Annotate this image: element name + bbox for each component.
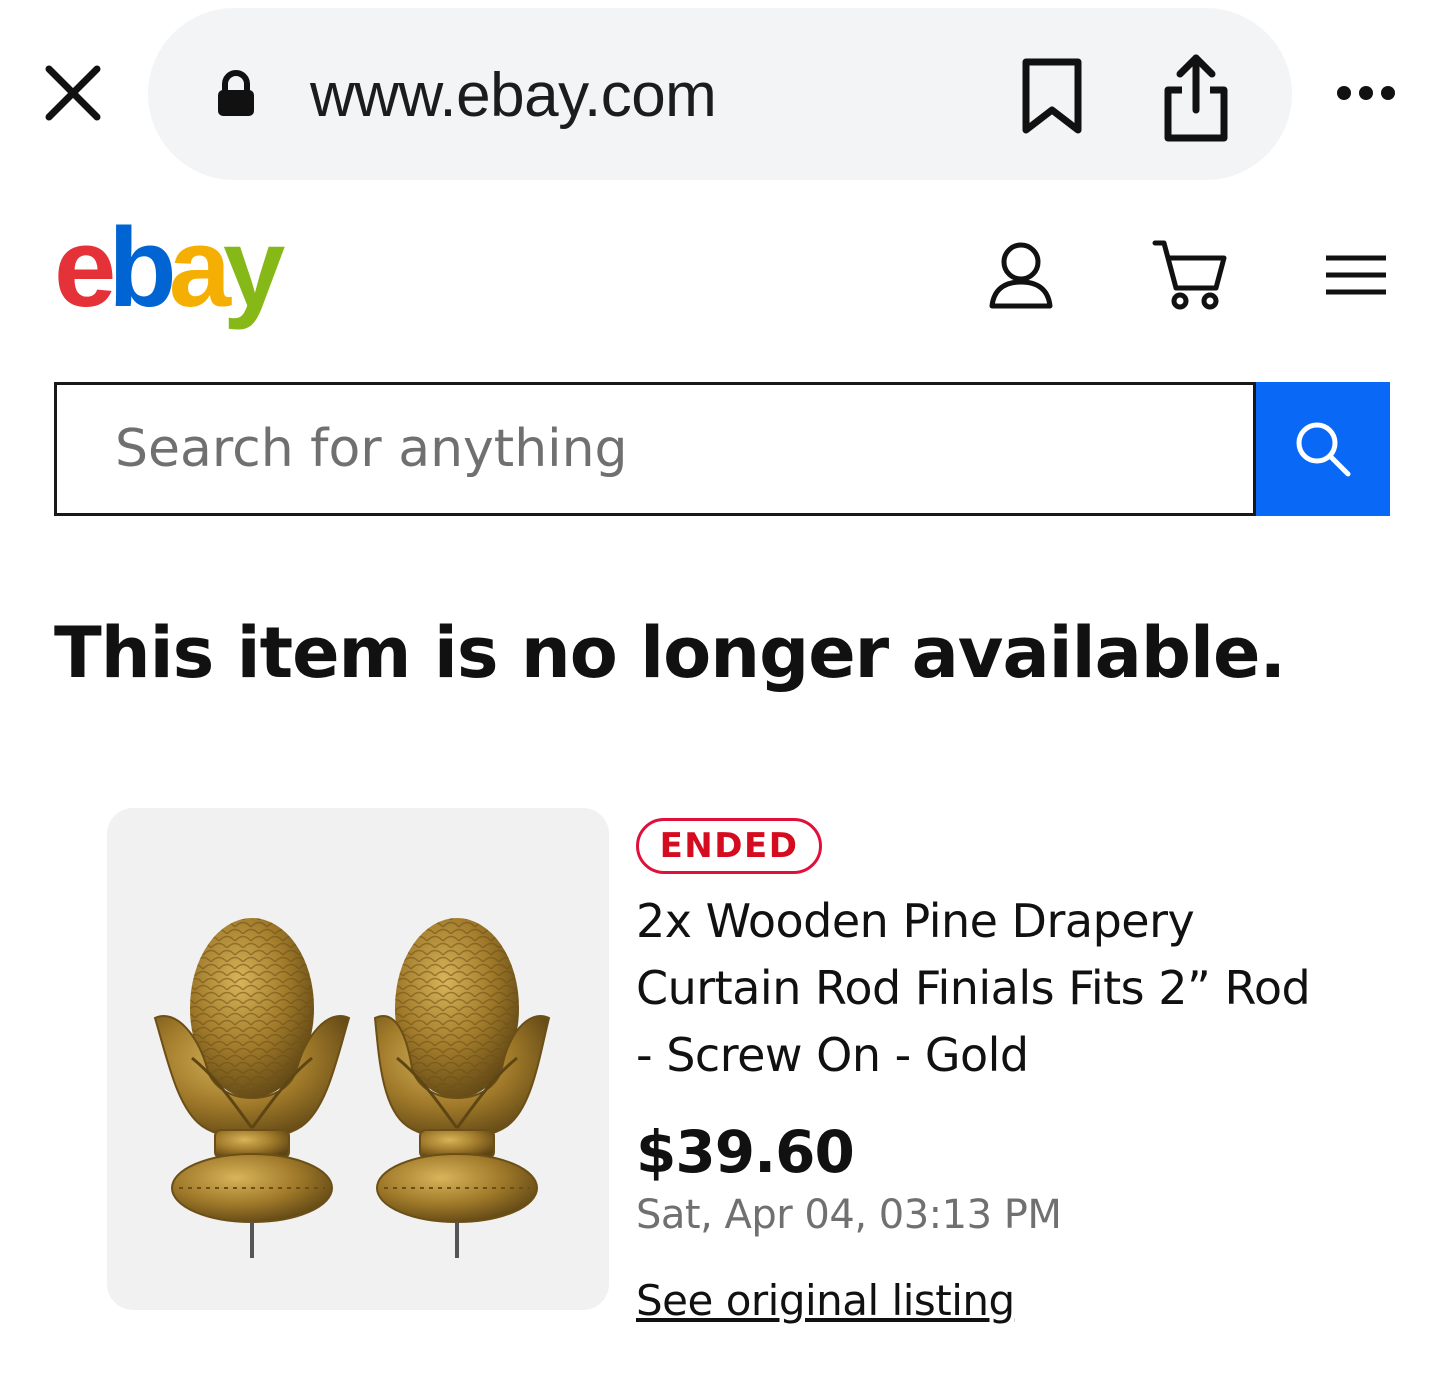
menu-icon[interactable] (1324, 254, 1388, 296)
address-bar[interactable]: www.ebay.com (148, 8, 1292, 180)
share-icon[interactable] (1160, 52, 1232, 144)
close-icon[interactable] (40, 60, 106, 126)
item-image[interactable] (107, 808, 609, 1310)
logo-letter-y: y (223, 205, 285, 330)
bookmark-icon[interactable] (1020, 56, 1084, 136)
lock-icon (216, 70, 256, 118)
item-price: $39.60 (636, 1118, 855, 1186)
page-title: This item is no longer available. (54, 612, 1286, 694)
item-end-date: Sat, Apr 04, 03:13 PM (636, 1192, 1062, 1238)
more-icon[interactable] (1334, 80, 1398, 106)
search-icon (1296, 422, 1351, 477)
user-icon[interactable] (988, 240, 1054, 310)
item-title[interactable]: 2x Wooden Pine Drapery Curtain Rod Finia… (636, 888, 1336, 1089)
logo-letter-b: b (108, 205, 176, 330)
search-input[interactable] (115, 385, 1235, 513)
logo-letter-e: e (54, 205, 116, 330)
search-box (54, 382, 1256, 516)
finial-right (373, 918, 551, 1258)
see-original-listing-link[interactable]: See original listing (636, 1276, 1015, 1325)
ebay-logo[interactable]: ebay (54, 212, 285, 324)
finial-left (153, 918, 351, 1258)
search-button[interactable] (1256, 382, 1390, 516)
url-text[interactable]: www.ebay.com (310, 60, 717, 131)
logo-letter-a: a (168, 205, 231, 330)
cart-icon[interactable] (1152, 238, 1228, 310)
status-badge: ENDED (636, 818, 822, 874)
